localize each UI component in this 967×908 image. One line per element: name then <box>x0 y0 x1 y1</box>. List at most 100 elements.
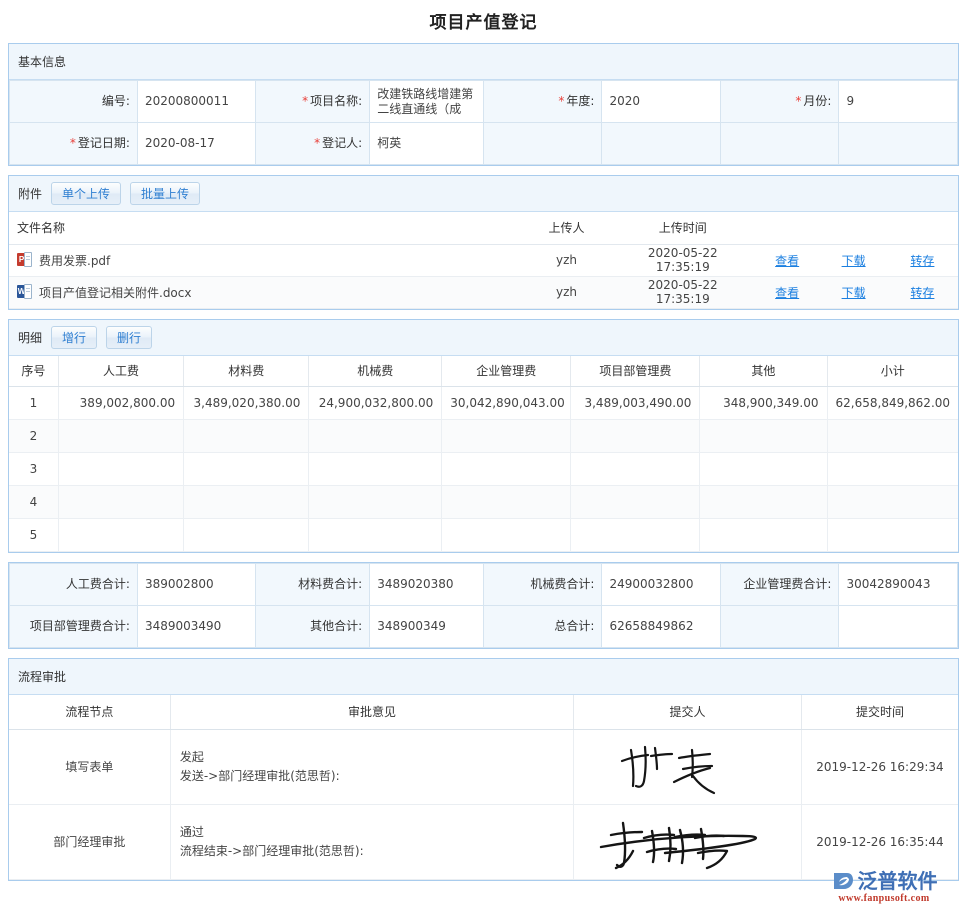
totals-row-2: 项目部管理费合计: 3489003490 其他合计: 348900349 总合计… <box>10 606 958 648</box>
empty-cell <box>720 123 839 165</box>
required-marker: * <box>302 94 308 108</box>
detail-subtotal <box>827 486 958 519</box>
detail-machine[interactable] <box>309 420 442 453</box>
detail-subtotal: 62,658,849,862.00 <box>827 387 958 420</box>
submitter-signature-cell <box>574 729 802 804</box>
col-flow-node: 流程节点 <box>9 695 170 729</box>
view-link[interactable]: 查看 <box>775 254 799 268</box>
detail-other[interactable] <box>700 519 827 552</box>
watermark-url: www.fanpusoft.com <box>813 893 955 904</box>
project-name-label: *项目名称: <box>256 81 370 123</box>
handwritten-signature-image <box>595 811 780 873</box>
detail-machine[interactable] <box>309 486 442 519</box>
detail-machine[interactable]: 24,900,032,800.00 <box>309 387 442 420</box>
required-marker: * <box>314 136 320 150</box>
month-value[interactable]: 9 <box>839 81 958 123</box>
detail-seq: 4 <box>9 486 58 519</box>
table-row[interactable]: 4 <box>9 486 958 519</box>
detail-project-dept[interactable] <box>571 519 700 552</box>
page-title: 项目产值登记 <box>8 0 959 43</box>
detail-enterprise[interactable] <box>442 519 571 552</box>
empty-cell <box>720 606 839 648</box>
detail-seq: 5 <box>9 519 58 552</box>
year-value[interactable]: 2020 <box>602 81 721 123</box>
detail-enterprise[interactable]: 30,042,890,043.00 <box>442 387 571 420</box>
basic-info-row-1: 编号: 20200800011 *项目名称: 改建铁路线增建第二线直通线（成 *… <box>10 81 958 123</box>
table-row[interactable]: W 项目产值登记相关附件.docx yzh 2020-05-22 17:35:1… <box>9 276 958 308</box>
col-material-fee: 材料费 <box>184 356 309 387</box>
table-row[interactable]: 1 389,002,800.00 3,489,020,380.00 24,900… <box>9 387 958 420</box>
detail-project-dept[interactable] <box>571 486 700 519</box>
submit-time: 2019-12-26 16:35:44 <box>801 804 958 879</box>
detail-material[interactable]: 3,489,020,380.00 <box>184 387 309 420</box>
table-row[interactable]: 2 <box>9 420 958 453</box>
detail-material[interactable] <box>184 519 309 552</box>
attachment-upload-time: 2020-05-22 17:35:19 <box>612 244 754 276</box>
view-link[interactable]: 查看 <box>775 286 799 300</box>
table-row[interactable]: 3 <box>9 453 958 486</box>
detail-subtotal <box>827 420 958 453</box>
project-name-value[interactable]: 改建铁路线增建第二线直通线（成 <box>370 81 484 123</box>
single-upload-button[interactable]: 单个上传 <box>51 182 121 205</box>
download-link[interactable]: 下载 <box>842 254 866 268</box>
detail-enterprise[interactable] <box>442 420 571 453</box>
detail-other[interactable] <box>700 453 827 486</box>
detail-machine[interactable] <box>309 519 442 552</box>
grand-total-value: 62658849862 <box>602 606 721 648</box>
download-link[interactable]: 下载 <box>842 286 866 300</box>
submit-time: 2019-12-26 16:29:34 <box>801 729 958 804</box>
save-as-link[interactable]: 转存 <box>910 286 934 300</box>
add-row-button[interactable]: 增行 <box>51 326 97 349</box>
table-row[interactable]: 5 <box>9 519 958 552</box>
detail-subtotal <box>827 453 958 486</box>
grand-total-label: 总合计: <box>483 606 602 648</box>
detail-enterprise[interactable] <box>442 486 571 519</box>
detail-other[interactable] <box>700 486 827 519</box>
empty-cell <box>602 123 721 165</box>
col-subtotal: 小计 <box>827 356 958 387</box>
detail-machine[interactable] <box>309 453 442 486</box>
download-link-cell: 下载 <box>820 244 886 276</box>
registrant-label: *登记人: <box>256 123 370 165</box>
detail-material[interactable] <box>184 486 309 519</box>
detail-project-dept[interactable]: 3,489,003,490.00 <box>571 387 700 420</box>
detail-labor[interactable]: 389,002,800.00 <box>58 387 183 420</box>
handwritten-signature-image <box>613 736 763 798</box>
detail-labor[interactable] <box>58 519 183 552</box>
approval-label: 流程审批 <box>18 668 66 685</box>
delete-row-button[interactable]: 删行 <box>106 326 152 349</box>
col-enterprise-fee: 企业管理费 <box>442 356 571 387</box>
attachment-file-name[interactable]: 费用发票.pdf <box>39 252 110 269</box>
detail-enterprise[interactable] <box>442 453 571 486</box>
totals-row-1: 人工费合计: 389002800 材料费合计: 3489020380 机械费合计… <box>10 564 958 606</box>
detail-project-dept[interactable] <box>571 420 700 453</box>
col-upload-time: 上传时间 <box>612 212 754 244</box>
detail-subtotal <box>827 519 958 552</box>
detail-material[interactable] <box>184 420 309 453</box>
detail-material[interactable] <box>184 453 309 486</box>
opinion-routing: 发送->部门经理审批(范思哲): <box>180 767 564 786</box>
detail-panel: 明细 增行 删行 序号 人工费 材料费 机械费 企业管理费 项目部管理费 其他 … <box>8 319 959 554</box>
registrant-value[interactable]: 柯英 <box>370 123 484 165</box>
detail-labor[interactable] <box>58 486 183 519</box>
saveas-link-cell: 转存 <box>887 244 958 276</box>
project-dept-total-label: 项目部管理费合计: <box>10 606 138 648</box>
detail-labor[interactable] <box>58 453 183 486</box>
approval-header-row: 流程节点 审批意见 提交人 提交时间 <box>9 695 958 729</box>
detail-labor[interactable] <box>58 420 183 453</box>
detail-other[interactable]: 348,900,349.00 <box>700 387 827 420</box>
save-as-link[interactable]: 转存 <box>910 254 934 268</box>
detail-header-row: 序号 人工费 材料费 机械费 企业管理费 项目部管理费 其他 小计 <box>9 356 958 387</box>
detail-project-dept[interactable] <box>571 453 700 486</box>
attachment-file-name[interactable]: 项目产值登记相关附件.docx <box>39 284 191 301</box>
month-label: *月份: <box>720 81 839 123</box>
batch-upload-button[interactable]: 批量上传 <box>130 182 200 205</box>
material-total-label: 材料费合计: <box>256 564 370 606</box>
table-row[interactable]: P 费用发票.pdf yzh 2020-05-22 17:35:19 查看 下载… <box>9 244 958 276</box>
table-row: 填写表单 发起 发送->部门经理审批(范思哲): <box>9 729 958 804</box>
code-value[interactable]: 20200800011 <box>137 81 256 123</box>
required-marker: * <box>70 136 76 150</box>
detail-other[interactable] <box>700 420 827 453</box>
reg-date-value[interactable]: 2020-08-17 <box>137 123 256 165</box>
col-machine-fee: 机械费 <box>309 356 442 387</box>
